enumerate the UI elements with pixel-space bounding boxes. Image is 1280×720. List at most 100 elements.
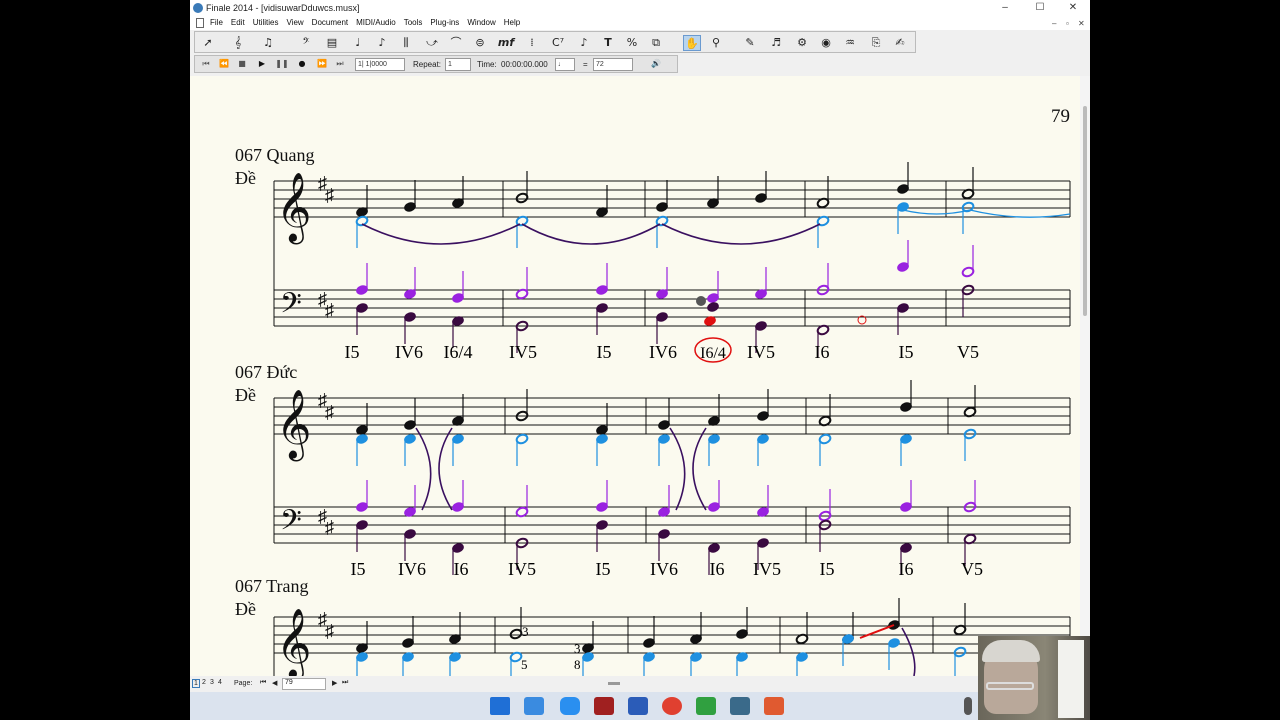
note-layer[interactable] <box>355 162 1071 684</box>
close-button[interactable]: ✕ <box>1058 0 1088 16</box>
time-readout: 00:00:00.000 <box>501 60 548 69</box>
rewind-icon[interactable]: ⏪ <box>217 58 231 70</box>
microphone-icon[interactable] <box>964 697 972 715</box>
resize-grip[interactable] <box>608 682 620 685</box>
musescore-icon[interactable] <box>594 697 614 715</box>
time-label: Time: <box>477 60 497 69</box>
tuplet-tool-icon[interactable]: ⤻ <box>423 35 441 51</box>
mirror-tool-icon[interactable]: ♬ <box>767 35 785 51</box>
measure-tool-icon[interactable]: ▤ <box>323 35 341 51</box>
voice-crossing-slur <box>415 427 432 511</box>
hand-grabber-icon[interactable]: ✋ <box>683 35 701 51</box>
resize-tool-icon[interactable]: % <box>623 35 641 51</box>
bass-clef-tool-icon[interactable]: 𝄢 <box>297 35 315 51</box>
page-number: 79 <box>1051 106 1070 127</box>
position-counter[interactable]: 1| 1|0000 <box>355 58 405 71</box>
page-tab-1[interactable]: 1 <box>192 679 200 688</box>
page-tab-2[interactable]: 2 <box>202 679 206 686</box>
menu-window[interactable]: Window <box>463 16 499 29</box>
chord-symbol-icon[interactable]: C⁷ <box>549 35 567 51</box>
pause-icon[interactable]: ❚❚ <box>275 58 289 70</box>
green-app-icon[interactable] <box>696 697 716 715</box>
zoom-tool-icon[interactable]: ⚲ <box>707 35 725 51</box>
stop-icon[interactable]: ■ <box>235 58 249 70</box>
finale-taskbar-icon[interactable] <box>730 697 750 715</box>
file-app-icon[interactable] <box>524 697 544 715</box>
staff-lines: 𝄞𝄢♯♯♯♯𝄞𝄢♯♯♯♯𝄞 ♯♯ <box>273 173 1071 680</box>
repeat-icon[interactable]: ⁞ <box>523 35 541 51</box>
voice-crossing-slur <box>669 427 686 511</box>
page-layout-icon[interactable]: ⎘ <box>867 35 885 51</box>
note-tool-icon[interactable]: ♩ <box>349 35 367 51</box>
ossia-tool-icon[interactable]: ◉ <box>817 35 835 51</box>
menu-view[interactable]: View <box>282 16 307 29</box>
articulation-icon[interactable]: ⊜ <box>471 35 489 51</box>
lyrics-icon[interactable]: ♪ <box>575 35 593 51</box>
hyperscribe-icon[interactable]: ✍ <box>891 35 909 51</box>
chord-label: I6 <box>899 559 914 579</box>
menu-plugins[interactable]: Plug-ins <box>426 16 463 29</box>
page-label: Page: <box>234 680 253 687</box>
fingering: 3 <box>522 624 529 639</box>
document-icon[interactable] <box>196 18 204 28</box>
menu-document[interactable]: Document <box>308 16 352 29</box>
last-page-icon[interactable]: ⏭ <box>342 679 348 687</box>
chord-row-1: I5 IV6 I6/4 IV5 I5 IV6 I6/4 IV5 I6 I5 V5 <box>345 337 979 363</box>
tempo-field[interactable]: 72 <box>593 58 633 71</box>
word-icon[interactable] <box>628 697 648 715</box>
fast-forward-icon[interactable]: ⏩ <box>315 58 329 70</box>
mdi-minimize-button[interactable]: – <box>1052 19 1056 28</box>
menu-midi-audio[interactable]: MIDI/Audio <box>352 16 400 29</box>
windows-start-icon[interactable] <box>490 697 510 715</box>
repeat-field[interactable]: 1 <box>445 58 471 71</box>
next-page-icon[interactable]: ▶ <box>332 679 337 687</box>
select-tool-icon[interactable]: ➚ <box>199 35 217 51</box>
rewind-start-icon[interactable]: ⏮ <box>199 58 213 70</box>
special-tools-icon[interactable]: ⚙ <box>793 35 811 51</box>
page-tab-3[interactable]: 3 <box>210 679 214 686</box>
minimize-button[interactable]: – <box>990 0 1020 16</box>
staff-tool-icon[interactable]: 𝄞 <box>229 35 247 51</box>
menu-tools[interactable]: Tools <box>400 16 427 29</box>
text-tool-icon[interactable]: T <box>599 35 617 51</box>
score-canvas[interactable]: 𝄞 79 067 Quang Đề 067 Đức Đề 067 Trang Đ… <box>190 76 1080 684</box>
prev-page-icon[interactable]: ◀ <box>272 679 277 687</box>
chord-tool-icon[interactable]: ⫼ <box>397 35 415 51</box>
bass-clef: 𝄢 <box>280 506 302 543</box>
forward-end-icon[interactable]: ⏭ <box>333 58 347 70</box>
menu-help[interactable]: Help <box>500 16 524 29</box>
zalo-icon[interactable] <box>560 697 580 715</box>
record-icon[interactable]: ● <box>295 58 309 70</box>
orange-app-icon[interactable] <box>764 697 784 715</box>
speedy-entry-icon[interactable]: ✎ <box>741 35 759 51</box>
menu-utilities[interactable]: Utilities <box>249 16 283 29</box>
repeat-label: Repeat: <box>413 60 442 69</box>
simple-entry-icon[interactable]: ♫ <box>259 35 277 51</box>
chord-label: I5 <box>820 559 835 579</box>
slur <box>521 223 661 245</box>
smart-shape-icon[interactable]: ⌒ <box>447 35 465 51</box>
tempo-equals: = <box>583 60 588 69</box>
page-tab-4[interactable]: 4 <box>218 679 222 686</box>
score-page[interactable]: 𝄞 79 067 Quang Đề 067 Đức Đề 067 Trang Đ… <box>190 76 1080 684</box>
page-field[interactable]: 79 <box>282 678 326 690</box>
menu-edit[interactable]: Edit <box>227 16 249 29</box>
graphics-tool-icon[interactable]: ⧉ <box>647 35 665 51</box>
playback-settings-icon[interactable]: 🔊 <box>649 58 663 70</box>
system-1-subtitle: Đề <box>235 168 256 188</box>
chrome-icon[interactable] <box>662 697 682 715</box>
vertical-scrollbar[interactable] <box>1080 76 1090 676</box>
tempo-unit-select[interactable]: ♩ <box>555 58 575 71</box>
first-page-icon[interactable]: ⏮ <box>260 679 266 687</box>
expression-icon[interactable]: mf <box>497 35 515 51</box>
maximize-button[interactable]: ☐ <box>1025 0 1055 16</box>
chord-label: IV5 <box>509 342 537 362</box>
eighth-note-icon[interactable]: ♪ <box>373 35 391 51</box>
play-icon[interactable]: ▶ <box>255 58 269 70</box>
mdi-restore-button[interactable]: ▫ <box>1066 19 1069 28</box>
midi-tool-icon[interactable]: ♒ <box>841 35 859 51</box>
chord-label: IV5 <box>747 342 775 362</box>
menu-file[interactable]: File <box>206 16 227 29</box>
mdi-close-button[interactable]: ✕ <box>1078 19 1085 28</box>
scroll-thumb[interactable] <box>1083 106 1087 316</box>
